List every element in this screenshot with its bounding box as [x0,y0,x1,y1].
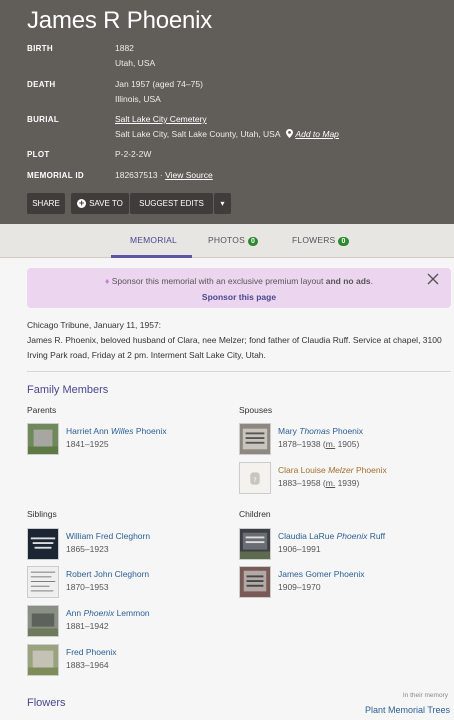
member-name: Mary Thomas Phoenix [278,426,364,436]
flowers-count-badge: 0 [338,237,349,246]
sponsor-text-end: . [370,276,373,286]
member-name: Fred Phoenix [66,647,117,657]
sponsor-text-bold: and no ads [325,276,371,286]
member-dates: 1881–1942 [66,621,109,631]
member-dates: 1870–1953 [66,582,109,592]
sponsor-link[interactable]: Sponsor this page [27,292,451,302]
death-place: Illinois, USA [115,94,161,104]
member-dates: 1883–1958 (m. 1939) [278,478,360,488]
family-member[interactable]: Ann Phoenix Lemmon 1881–1942 [27,605,227,637]
sponsor-text: ♦ Sponsor this memorial with an exclusiv… [27,276,451,286]
plot-value: P-2-2-2W [115,149,152,159]
document-photo [27,566,59,598]
member-name: Clara Louise Melzer Phoenix [278,465,387,475]
member-name: Robert John Cleghorn [66,569,150,579]
add-to-map-link[interactable]: Add to Map [295,129,338,139]
tab-flowers[interactable]: FLOWERS 0 [292,235,349,246]
plant-memorial-trees-link[interactable]: Plant Memorial Trees [365,705,450,715]
headstone-photo [239,566,271,598]
member-dates: 1883–1964 [66,660,109,670]
burial-value: Salt Lake City Cemetery Salt Lake City, … [115,112,339,142]
member-dates: 1865–1923 [66,544,109,554]
bio-line-2: James R. Phoenix, beloved husband of Cla… [27,335,442,360]
death-date: Jan 1957 (aged 74–75) [115,79,203,89]
biography: Chicago Tribune, January 11, 1957: James… [27,318,442,363]
family-members-title: Family Members [27,384,109,396]
flowers-title: Flowers [27,697,66,709]
birth-value: 1882 Utah, USA [115,41,155,71]
member-name: James Gomer Phoenix [278,569,365,579]
birth-date: 1882 [115,43,134,53]
active-tab-indicator [111,255,192,258]
in-their-memory-text: In their memory [402,692,448,699]
memorial-id: 182637513 · [115,170,163,180]
parents-heading: Parents [27,405,57,415]
suggest-edits-button[interactable]: SUGGEST EDITS [130,193,213,214]
tab-flowers-label: FLOWERS [292,235,336,245]
headstone-photo [239,528,271,560]
family-member[interactable]: Robert John Cleghorn 1870–1953 [27,566,227,598]
spouses-heading: Spouses [239,405,273,415]
death-label: DEATH [27,80,56,89]
close-icon[interactable] [427,273,439,285]
birth-label: BIRTH [27,44,53,53]
siblings-heading: Siblings [27,509,57,519]
tab-photos[interactable]: PHOTOS 0 [208,235,259,246]
member-name: Ann Phoenix Lemmon [66,608,150,618]
map-pin-icon [286,129,294,138]
memorial-name: James R Phoenix [27,7,213,34]
photos-count-badge: 0 [247,237,259,246]
svg-text:?: ? [253,476,257,484]
bio-line-1: Chicago Tribune, January 11, 1957: [27,320,162,330]
birth-place: Utah, USA [115,58,156,68]
save-label: SAVE TO [89,199,123,208]
memorial-id-label: MEMORIAL ID [27,171,84,180]
family-member[interactable]: William Fred Cleghorn 1865–1923 [27,528,227,560]
divider [27,371,451,372]
family-member[interactable]: ? Clara Louise Melzer Phoenix 1883–1958 … [239,462,439,494]
member-dates: 1909–1970 [278,582,321,592]
memorial-id-value: 182637513 · View Source [115,168,213,183]
headstone-photo [27,528,59,560]
family-member[interactable]: Mary Thomas Phoenix 1878–1938 (m. 1905) [239,423,439,455]
headstone-photo [27,605,59,637]
share-button[interactable]: SHARE [27,193,65,214]
children-heading: Children [239,509,271,519]
tab-bar: MEMORIAL PHOTOS 0 FLOWERS 0 [0,224,454,258]
headstone-photo [27,644,59,676]
family-member[interactable]: Claudia LaRue Phoenix Ruff 1906–1991 [239,528,439,560]
member-name: Claudia LaRue Phoenix Ruff [278,531,386,541]
more-dropdown-button[interactable]: ▾ [214,193,231,214]
death-value: Jan 1957 (aged 74–75) Illinois, USA [115,77,203,107]
headstone-photo [27,423,59,455]
view-source-link[interactable]: View Source [165,170,213,180]
member-dates: 1878–1938 (m. 1905) [278,439,360,449]
no-photo-placeholder-icon: ? [239,462,271,494]
member-dates: 1841–1925 [66,439,109,449]
tab-photos-label: PHOTOS [208,235,245,245]
family-member[interactable]: James Gomer Phoenix 1909–1970 [239,566,439,598]
burial-label: BURIAL [27,115,60,124]
plus-icon: + [77,198,87,208]
family-member[interactable]: Harriet Ann Willes Phoenix 1841–1925 [27,423,227,455]
member-name: William Fred Cleghorn [66,531,151,541]
family-member[interactable]: Fred Phoenix 1883–1964 [27,644,227,676]
suggest-label: SUGGEST EDITS [139,199,204,208]
member-dates: 1906–1991 [278,544,321,554]
headstone-photo [239,423,271,455]
sponsor-banner: ♦ Sponsor this memorial with an exclusiv… [27,268,451,308]
burial-place: Salt Lake City, Salt Lake County, Utah, … [115,129,281,139]
cemetery-link[interactable]: Salt Lake City Cemetery [115,114,207,124]
member-name: Harriet Ann Willes Phoenix [66,426,167,436]
save-to-button[interactable]: + SAVE TO [71,193,129,214]
diamond-icon: ♦ [105,276,110,286]
share-label: SHARE [32,199,60,208]
sponsor-text-main: Sponsor this memorial with an exclusive … [111,276,324,286]
chevron-down-icon: ▾ [220,199,225,208]
plot-label: PLOT [27,150,50,159]
memorial-header: James R Phoenix BIRTH 1882 Utah, USA DEA… [0,0,454,224]
tab-memorial[interactable]: MEMORIAL [130,235,177,245]
